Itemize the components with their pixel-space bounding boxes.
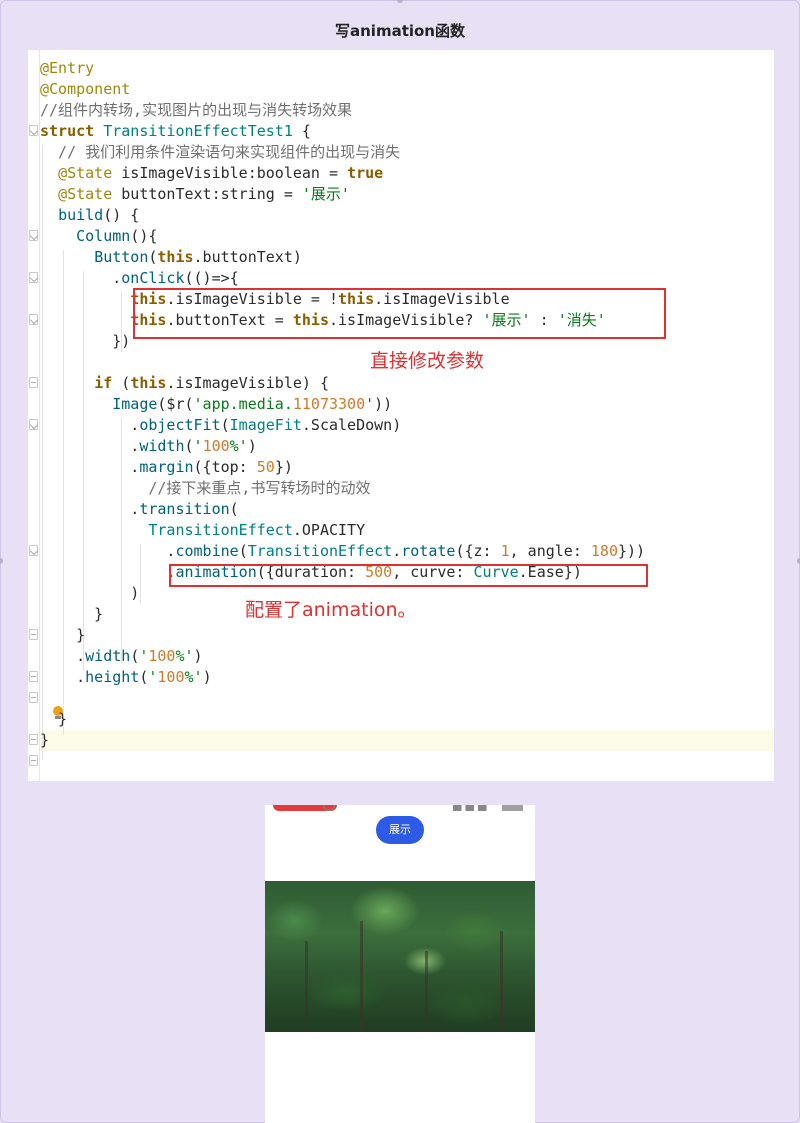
tree-trunk (360, 921, 363, 1031)
code-line[interactable]: @Component (40, 79, 130, 100)
fold-marker[interactable] (29, 671, 38, 682)
fold-marker[interactable] (29, 272, 38, 283)
code-editor[interactable]: @Entry @Component//组件内转场,实现图片的出现与消失转场效果 st… (28, 50, 774, 781)
code-line[interactable]: TransitionEffect.OPACITY (40, 520, 365, 541)
fold-marker[interactable] (29, 734, 38, 745)
code-line[interactable]: struct TransitionEffectTest1 { (40, 121, 311, 142)
code-line[interactable]: .width('100%') (40, 436, 256, 457)
show-button[interactable]: 展示 (376, 816, 424, 844)
device-preview: 展示 (265, 805, 535, 1123)
code-line[interactable]: @State isImageVisible:boolean = true (40, 163, 383, 184)
code-line[interactable]: } (40, 625, 85, 646)
fold-marker[interactable] (29, 755, 38, 766)
fold-marker[interactable] (29, 314, 38, 325)
code-line[interactable]: .height('100%') (40, 667, 211, 688)
code-line[interactable]: ) (40, 583, 139, 604)
code-line[interactable]: Button(this.buttonText) (40, 247, 302, 268)
code-line[interactable]: if (this.isImageVisible) { (40, 373, 329, 394)
highlight-box-onclick (133, 288, 666, 339)
highlight-box-animation (169, 564, 648, 587)
code-line[interactable]: }) (40, 331, 130, 352)
fold-marker[interactable] (29, 692, 38, 703)
fold-marker[interactable] (29, 629, 38, 640)
code-line[interactable]: .width('100%') (40, 646, 202, 667)
annotation-configured-animation: 配置了animation。 (245, 599, 417, 621)
fold-marker[interactable] (29, 125, 38, 136)
code-line[interactable]: .transition( (40, 499, 238, 520)
tree-trunk (425, 951, 428, 1031)
status-icons (453, 805, 523, 811)
code-line[interactable]: //接下来重点,书写转场时的动效 (40, 478, 370, 499)
code-line[interactable]: .combine(TransitionEffect.rotate({z: 1, … (40, 541, 645, 562)
tree-trunk (305, 941, 308, 1031)
code-line[interactable]: } (40, 730, 49, 751)
code-line[interactable]: .margin({top: 50}) (40, 457, 293, 478)
code-line[interactable]: build() { (40, 205, 139, 226)
code-line[interactable]: @Entry (40, 58, 94, 79)
code-line[interactable]: Column(){ (40, 226, 157, 247)
code-line[interactable]: //组件内转场,实现图片的出现与消失转场效果 (40, 100, 352, 121)
page-title: 写animation函数 (335, 22, 465, 40)
forest-image (265, 881, 535, 1032)
code-line[interactable]: } (40, 604, 103, 625)
fold-marker[interactable] (29, 230, 38, 241)
status-bar (265, 805, 535, 811)
annotation-direct-modify: 直接修改参数 (370, 350, 485, 372)
code-line[interactable]: .objectFit(ImageFit.ScaleDown) (40, 415, 401, 436)
fold-marker[interactable] (29, 545, 38, 556)
tree-trunk (500, 931, 503, 1031)
fold-marker[interactable] (29, 377, 38, 388)
fold-marker[interactable] (29, 419, 38, 430)
current-line-highlight (40, 730, 774, 751)
code-line[interactable]: .onClick(()=>{ (40, 268, 238, 289)
code-line[interactable]: Image($r('app.media.11073300')) (40, 394, 392, 415)
code-line[interactable]: @State buttonText:string = '展示' (40, 184, 350, 205)
code-line[interactable]: // 我们利用条件渲染语句来实现组件的出现与消失 (40, 142, 400, 163)
code-line[interactable]: } (40, 709, 67, 730)
